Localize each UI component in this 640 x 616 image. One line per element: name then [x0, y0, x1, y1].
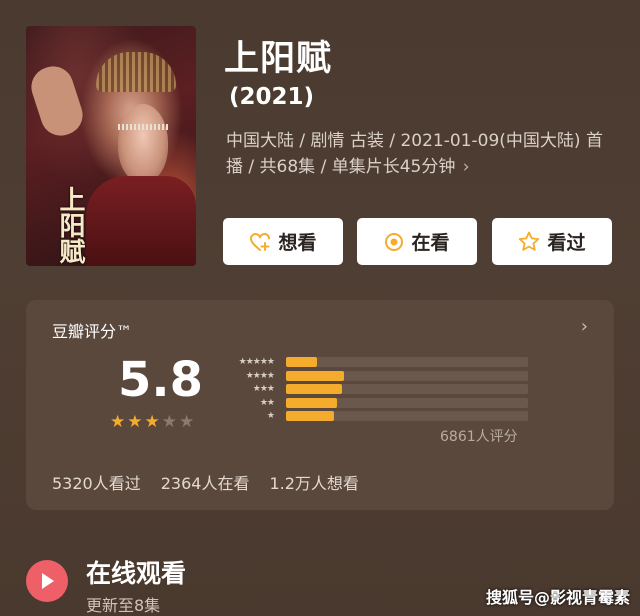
- show-year: (2021): [229, 84, 315, 110]
- rating-bar-fill: [286, 384, 342, 394]
- rating-bar-row: ★★★★: [218, 370, 538, 382]
- watching-count: 2364人在看: [160, 474, 250, 493]
- want-to-watch-label: 想看: [278, 232, 317, 254]
- rating-bar-fill: [286, 370, 344, 381]
- douban-rating-card[interactable]: 豆瓣评分™ › 5.8 ★ ★ ★ ★ ★ ★★★★★ ★★★★ ★★★ ★★ ★ 6861人评…: [26, 300, 614, 510]
- watching-button[interactable]: 在看: [357, 218, 477, 265]
- poster-figure-hand: [26, 61, 88, 141]
- rating-count: 6861人评分: [440, 429, 518, 445]
- watermark: 搜狐号@影视青霉素: [485, 588, 630, 607]
- poster-figure-face: [118, 104, 168, 182]
- rating-bar-fill: [286, 357, 317, 367]
- show-meta[interactable]: 中国大陆 / 剧情 古装 / 2021-01-09(中国大陆) 首播 / 共68…: [226, 128, 616, 180]
- rating-bar-track: [286, 370, 528, 381]
- watched-label: 看过: [547, 232, 586, 254]
- star-filled-icon: ★: [110, 412, 126, 432]
- rating-header: 豆瓣评分™: [52, 322, 133, 341]
- rating-bar-stars: ★★: [259, 397, 275, 408]
- rating-bar-stars: ★★★★: [245, 370, 275, 381]
- chevron-right-icon: ›: [462, 157, 470, 177]
- star-filled-icon: ★: [127, 412, 143, 432]
- poster-figure-veil: [118, 124, 168, 130]
- watch-online-subtitle: 更新至8集: [86, 596, 161, 615]
- rating-bar-stars: ★★★: [252, 384, 275, 394]
- poster-figure-headdress: [96, 52, 176, 92]
- rating-bar-stars: ★★★★★: [238, 357, 275, 367]
- rating-bar-track: [286, 357, 528, 367]
- rating-stars: ★ ★ ★ ★ ★: [110, 414, 194, 431]
- rating-bar-row: ★★★★★: [218, 356, 538, 368]
- want-count: 1.2万人想看: [269, 474, 359, 493]
- show-meta-text: 中国大陆 / 剧情 古装 / 2021-01-09(中国大陆) 首播 / 共68…: [226, 131, 603, 177]
- rating-bar-row: ★★★: [218, 383, 538, 395]
- want-to-watch-button[interactable]: 想看: [223, 218, 343, 265]
- target-circle-icon: [384, 232, 404, 252]
- chevron-right-icon[interactable]: ›: [581, 316, 588, 337]
- watching-label: 在看: [411, 232, 450, 254]
- poster-figure-robe: [86, 176, 196, 266]
- rating-bar-track: [286, 384, 528, 394]
- star-outline-icon: [518, 231, 540, 252]
- rating-bar-fill: [286, 411, 334, 421]
- star-filled-icon: ★: [144, 412, 160, 432]
- rating-bar-stars: ★: [266, 411, 275, 421]
- rating-score: 5.8: [118, 352, 204, 408]
- show-title: 上阳赋: [224, 39, 333, 79]
- rating-bar-fill: [286, 397, 337, 408]
- poster-calligraphy-title: 上阳赋: [55, 186, 85, 264]
- rating-bar-track: [286, 411, 528, 421]
- star-empty-icon: ★: [179, 412, 195, 432]
- play-icon[interactable]: [26, 560, 68, 602]
- rating-bar-track: [286, 397, 528, 408]
- watched-count: 5320人看过: [52, 474, 141, 493]
- star-empty-icon: ★: [161, 412, 177, 432]
- audience-stats: 5320人看过 2364人在看 1.2万人想看: [52, 470, 359, 494]
- rating-bar-row: ★★: [218, 397, 538, 409]
- rating-bar-row: ★: [218, 410, 538, 422]
- heart-plus-icon: [249, 232, 271, 252]
- poster-image[interactable]: 上阳赋: [26, 26, 196, 266]
- watch-online-title[interactable]: 在线观看: [86, 554, 186, 590]
- watched-button[interactable]: 看过: [492, 218, 612, 265]
